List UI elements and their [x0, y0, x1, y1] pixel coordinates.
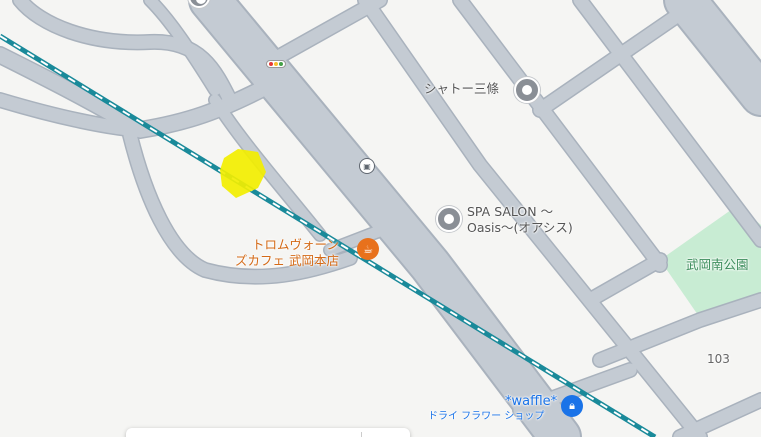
gray-place-pin-icon[interactable] — [436, 206, 462, 232]
map-base-layer — [0, 0, 761, 437]
shopping-bag-icon[interactable]: 🔒︎ — [561, 395, 583, 417]
place-label-cafe-line2[interactable]: ズカフェ 武岡本店 — [235, 253, 339, 269]
bottom-search-card[interactable] — [126, 428, 410, 437]
coffee-cup-icon: ☕ — [363, 242, 373, 256]
lock-bag-glyph: 🔒︎ — [569, 399, 575, 412]
place-label-waffle-subtitle[interactable]: ドライ フラワー ショップ — [428, 409, 544, 425]
place-label-chateau-sanjo[interactable]: シャトー三條 — [424, 81, 499, 97]
park-label[interactable]: 武岡南公園 — [686, 257, 749, 273]
place-label-cafe-line1[interactable]: トロムヴォーン — [252, 237, 339, 253]
highlight-area — [220, 149, 266, 198]
gray-place-pin-icon[interactable] — [514, 77, 540, 103]
place-label-spa-salon-line1[interactable]: SPA SALON 〜 — [467, 204, 553, 220]
bus-stop-icon[interactable]: ▣ — [359, 158, 375, 174]
place-label-waffle[interactable]: *waffle* — [505, 394, 557, 410]
route-number-label: 103 — [707, 352, 730, 366]
traffic-signal-icon — [266, 60, 286, 68]
map-canvas[interactable]: ▣ シャトー三條 SPA SALON 〜 Oasis〜(オアシス) トロムヴォー… — [0, 0, 761, 437]
card-divider — [361, 432, 362, 437]
place-label-spa-salon-line2[interactable]: Oasis〜(オアシス) — [467, 220, 573, 236]
cafe-icon[interactable]: ☕ — [357, 238, 379, 260]
